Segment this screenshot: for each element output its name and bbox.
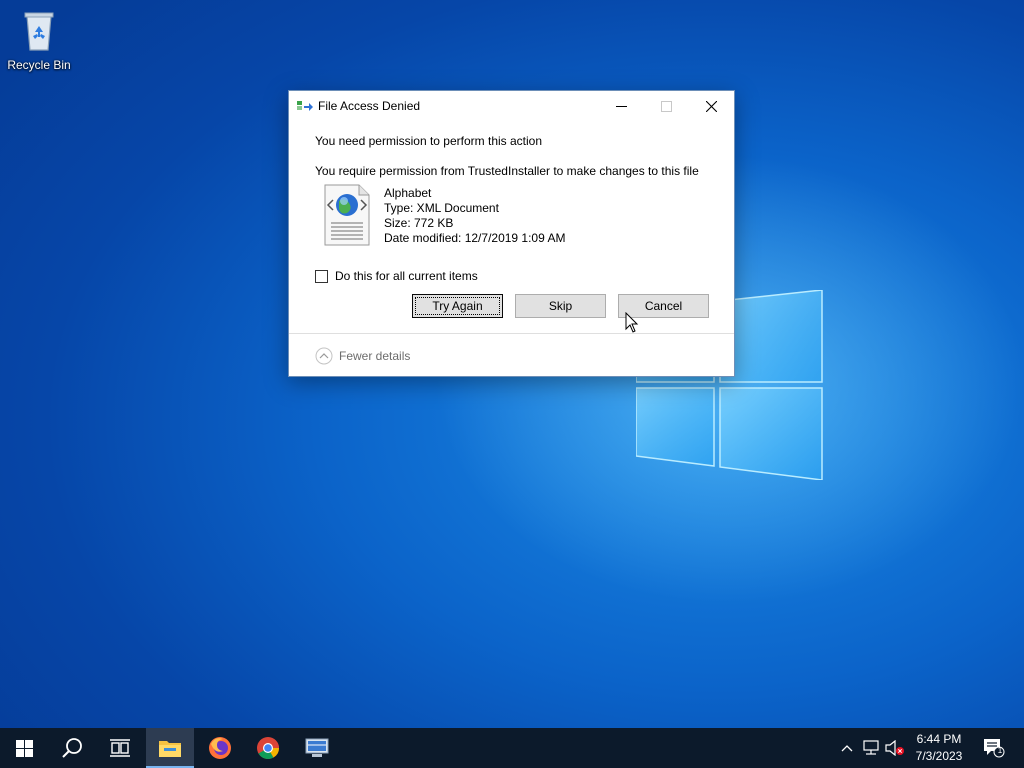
network-icon bbox=[863, 740, 879, 755]
network-tray-button[interactable] bbox=[861, 738, 881, 758]
skip-button[interactable]: Skip bbox=[515, 294, 606, 318]
desktop: Recycle Bin File Access Denied You need … bbox=[0, 0, 1024, 728]
volume-tray-button[interactable] bbox=[885, 738, 905, 758]
taskbar-chrome[interactable] bbox=[244, 728, 292, 768]
chrome-icon bbox=[257, 737, 279, 759]
mouse-cursor-icon bbox=[625, 312, 639, 333]
apply-to-all-checkbox-row[interactable]: Do this for all current items bbox=[315, 269, 478, 283]
close-icon bbox=[706, 100, 717, 112]
dialog-message: You require permission from TrustedInsta… bbox=[315, 164, 699, 178]
firefox-icon bbox=[209, 737, 231, 759]
taskbar: 6:44 PM 7/3/2023 1 bbox=[0, 728, 1024, 768]
file-transfer-icon bbox=[297, 101, 313, 111]
fewer-details-toggle[interactable]: Fewer details bbox=[315, 347, 410, 365]
recycle-bin-icon bbox=[15, 6, 63, 54]
dialog-heading: You need permission to perform this acti… bbox=[315, 134, 543, 148]
minimize-icon bbox=[616, 105, 627, 107]
cancel-label: Cancel bbox=[644, 299, 683, 313]
computer-app-icon bbox=[305, 738, 329, 757]
chevron-up-icon bbox=[841, 745, 853, 752]
file-date-modified: Date modified: 12/7/2019 1:09 AM bbox=[384, 231, 566, 245]
try-again-button[interactable]: Try Again bbox=[412, 294, 503, 318]
dialog-title: File Access Denied bbox=[318, 99, 421, 113]
search-button[interactable] bbox=[48, 728, 96, 768]
action-center-button[interactable]: 1 bbox=[982, 738, 1006, 758]
close-button[interactable] bbox=[689, 91, 734, 121]
minimize-button[interactable] bbox=[599, 91, 644, 121]
clock-date: 7/3/2023 bbox=[915, 749, 963, 763]
focus-rectangle bbox=[415, 297, 500, 315]
task-view-icon bbox=[110, 739, 130, 757]
desktop-icon-label: Recycle Bin bbox=[7, 58, 71, 72]
skip-label: Skip bbox=[548, 299, 573, 313]
xml-file-icon bbox=[321, 183, 373, 247]
chevron-up-circle-icon bbox=[315, 347, 333, 365]
taskbar-network-app[interactable] bbox=[293, 728, 341, 768]
file-size: Size: 772 KB bbox=[384, 216, 454, 230]
clock-time: 6:44 PM bbox=[916, 732, 962, 746]
taskbar-firefox[interactable] bbox=[196, 728, 244, 768]
desktop-icon-recycle-bin[interactable]: Recycle Bin bbox=[4, 6, 74, 72]
dialog-titlebar[interactable]: File Access Denied bbox=[289, 91, 734, 121]
notification-count-badge: 1 bbox=[997, 746, 1003, 755]
show-hidden-icons-button[interactable] bbox=[837, 738, 857, 758]
maximize-icon bbox=[661, 100, 672, 112]
taskbar-clock[interactable]: 6:44 PM 7/3/2023 bbox=[910, 731, 968, 765]
file-details: Alphabet Type: XML Document Size: 772 KB… bbox=[384, 186, 565, 246]
start-button[interactable] bbox=[0, 728, 48, 768]
maximize-button[interactable] bbox=[644, 91, 689, 121]
search-icon bbox=[62, 738, 82, 758]
file-name: Alphabet bbox=[384, 186, 432, 200]
taskbar-file-explorer[interactable] bbox=[146, 728, 194, 768]
file-access-denied-dialog: File Access Denied You need permission t… bbox=[288, 90, 735, 377]
windows-start-icon bbox=[15, 739, 33, 757]
apply-to-all-label[interactable]: Do this for all current items bbox=[335, 269, 478, 283]
volume-muted-icon bbox=[885, 740, 904, 756]
fewer-details-label: Fewer details bbox=[339, 349, 411, 363]
file-type: Type: XML Document bbox=[384, 201, 499, 215]
apply-to-all-checkbox[interactable] bbox=[315, 269, 328, 283]
file-explorer-icon bbox=[159, 741, 181, 757]
task-view-button[interactable] bbox=[96, 728, 144, 768]
dialog-separator bbox=[289, 333, 734, 334]
